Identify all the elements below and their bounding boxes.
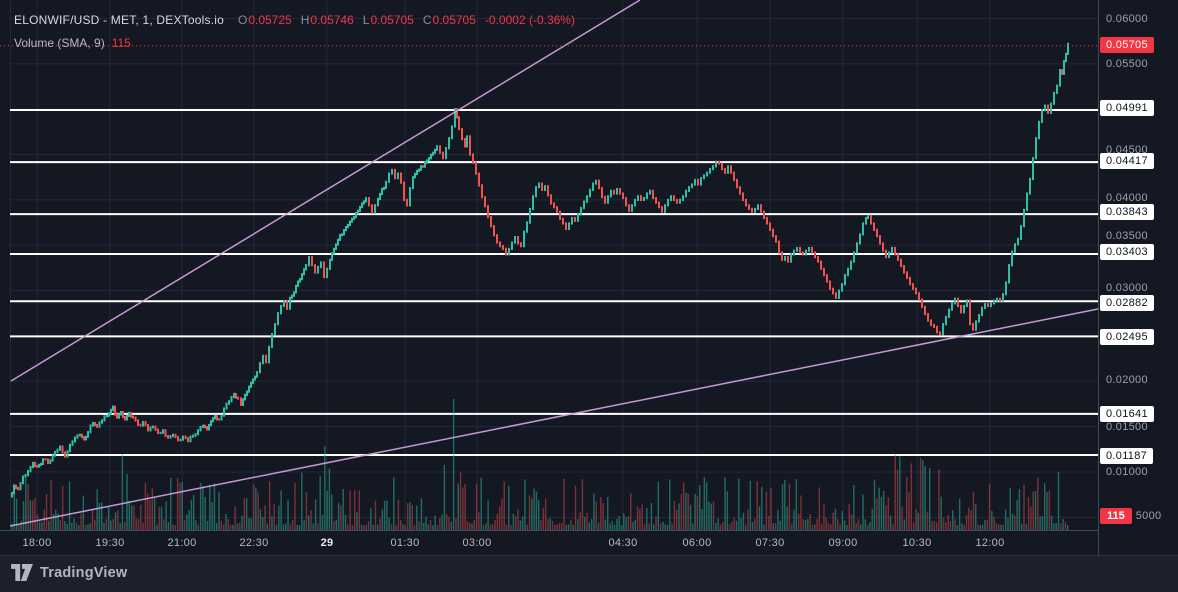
tradingview-logo-icon <box>11 564 33 581</box>
volume-indicator-label: Volume (SMA, 9) <box>14 36 105 50</box>
chart-plot-area[interactable]: ELONWIF/USD - MET, 1, DEXTools.io O0.0572… <box>0 0 1098 530</box>
price-level-badge: 0.01187 <box>1100 448 1153 464</box>
volume-axis-row: 115 5000 <box>1100 508 1161 524</box>
low-label: L <box>363 13 370 27</box>
price-level-badge: 0.02882 <box>1100 295 1154 311</box>
time-axis-label: 19:30 <box>95 537 124 549</box>
close-value: 0.05705 <box>433 13 476 27</box>
time-axis-label: 22:30 <box>239 537 268 549</box>
open-label: O <box>238 13 247 27</box>
volume-legend-row[interactable]: Volume (SMA, 9) 115 <box>14 35 575 51</box>
price-level-badge: 0.04991 <box>1100 100 1154 116</box>
high-label: H <box>301 13 310 27</box>
symbol-legend-row[interactable]: ELONWIF/USD - MET, 1, DEXTools.io O0.0572… <box>14 12 575 28</box>
change-value: -0.0002 (-0.36%) <box>485 13 575 27</box>
time-axis-label: 21:00 <box>167 537 196 549</box>
volume-scale-label: 5000 <box>1136 510 1162 522</box>
time-axis-label: 09:00 <box>828 537 857 549</box>
price-axis-label: 0.01500 <box>1106 421 1148 433</box>
time-axis-label: 18:00 <box>22 537 51 549</box>
price-level-badge: 0.03843 <box>1100 204 1154 220</box>
low-value: 0.05705 <box>370 13 413 27</box>
price-axis-label: 0.05500 <box>1106 58 1148 70</box>
price-axis-label: 0.06000 <box>1106 13 1148 25</box>
price-level-badge: 0.01641 <box>1100 406 1154 422</box>
tradingview-brand-text: TradingView <box>40 565 127 581</box>
volume-current-value: 115 <box>112 36 131 50</box>
candlestick-chart-canvas[interactable] <box>0 0 1098 530</box>
price-axis-label: 0.03500 <box>1106 230 1148 242</box>
price-axis-label: 0.04000 <box>1106 192 1148 204</box>
tradingview-chart-window: ELONWIF/USD - MET, 1, DEXTools.io O0.0572… <box>0 0 1178 592</box>
time-axis-label: 03:00 <box>462 537 491 549</box>
time-axis-label: 07:30 <box>755 537 784 549</box>
price-level-badge: 0.04417 <box>1100 153 1154 169</box>
time-axis-label: 06:00 <box>682 537 711 549</box>
footer-toolbar: TradingView <box>0 555 1178 592</box>
price-axis[interactable]: 0.060000.055000.045000.040000.035000.030… <box>1098 0 1178 555</box>
time-axis-label: 10:30 <box>902 537 931 549</box>
price-axis-label: 0.02000 <box>1106 374 1148 386</box>
price-axis-label: 0.03000 <box>1106 282 1148 294</box>
volume-value-badge: 115 <box>1100 508 1132 524</box>
time-axis[interactable]: 18:00 19:30 21:00 22:30 29 01:30 03:00 04:30 06:… <box>0 530 1098 556</box>
time-axis-label: 29 <box>321 537 334 549</box>
time-axis-label: 12:00 <box>975 537 1004 549</box>
current-price-badge: 0.05705 <box>1100 37 1154 53</box>
price-axis-label: 0.01000 <box>1106 466 1148 478</box>
time-axis-label: 04:30 <box>608 537 637 549</box>
close-label: C <box>423 13 432 27</box>
time-axis-label: 01:30 <box>390 537 419 549</box>
chart-legend: ELONWIF/USD - MET, 1, DEXTools.io O0.0572… <box>14 12 575 51</box>
price-level-badge: 0.02495 <box>1100 329 1154 345</box>
price-level-badge: 0.03403 <box>1100 244 1154 260</box>
tradingview-logo[interactable]: TradingView <box>11 564 127 581</box>
high-value: 0.05746 <box>310 13 353 27</box>
open-value: 0.05725 <box>248 13 291 27</box>
symbol-title[interactable]: ELONWIF/USD - MET, 1, DEXTools.io <box>14 13 224 27</box>
